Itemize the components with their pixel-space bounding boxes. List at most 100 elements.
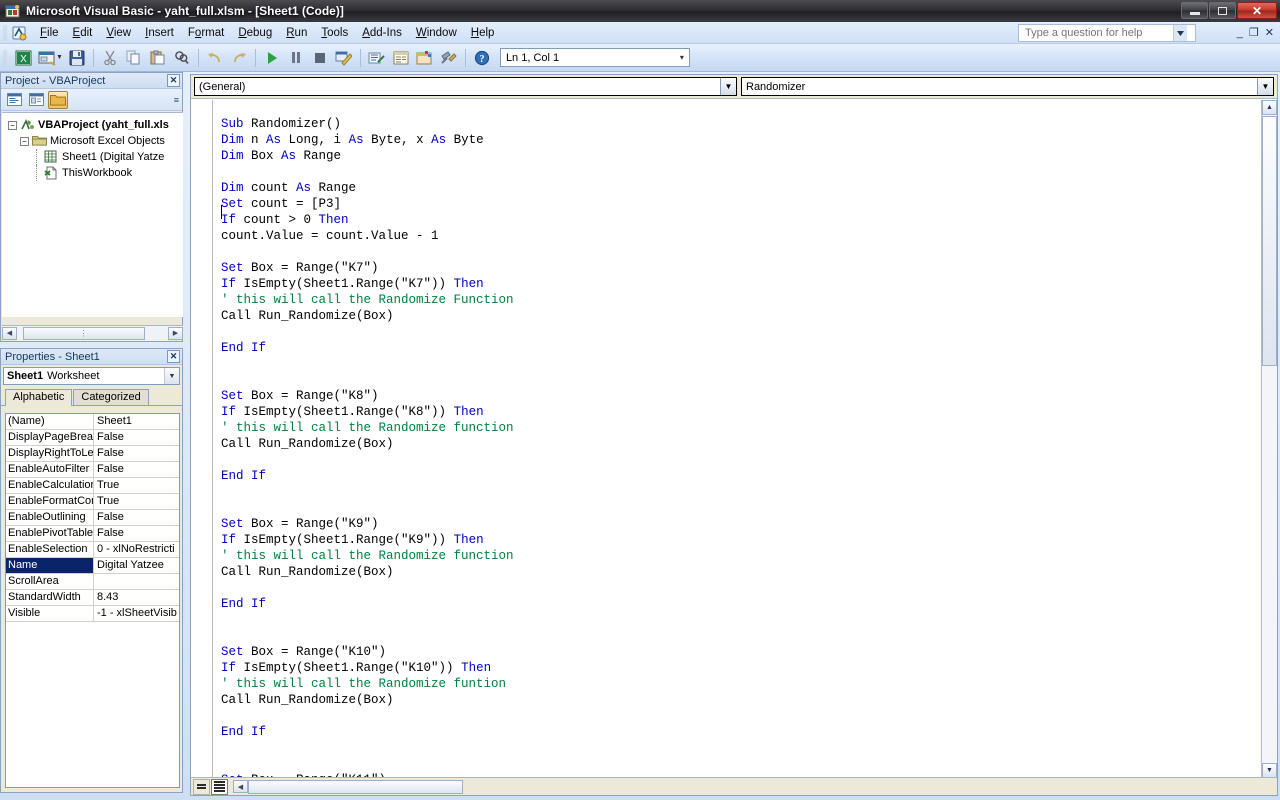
- properties-object-selector[interactable]: Sheet1 Worksheet ▼: [3, 367, 180, 385]
- toggle-folders-icon[interactable]: [48, 90, 68, 109]
- table-row[interactable]: StandardWidth 8.43: [6, 590, 179, 606]
- procedure-combo[interactable]: Randomizer ▼: [741, 77, 1274, 96]
- project-panel-close-icon[interactable]: ✕: [167, 74, 180, 87]
- code-position-indicator[interactable]: Ln 1, Col 1 ▾: [499, 48, 690, 67]
- cut-icon[interactable]: [99, 47, 121, 69]
- view-excel-icon[interactable]: X: [12, 47, 34, 69]
- scrollbar-track[interactable]: ⋮: [17, 325, 168, 341]
- properties-window-icon[interactable]: [390, 47, 412, 69]
- property-value[interactable]: -1 - xlSheetVisib: [94, 606, 179, 621]
- tree-node-sheet1[interactable]: Sheet1 (Digital Yatze: [2, 149, 183, 165]
- menu-window[interactable]: Window: [409, 25, 464, 41]
- code-vertical-scrollbar[interactable]: ▲ ▼: [1261, 100, 1277, 778]
- help-search-dropdown-icon[interactable]: [1173, 25, 1187, 41]
- close-button[interactable]: ✕: [1237, 2, 1277, 19]
- table-row[interactable]: ScrollArea: [6, 574, 179, 590]
- property-value[interactable]: False: [94, 446, 179, 461]
- run-icon[interactable]: [261, 47, 283, 69]
- menu-tools[interactable]: Tools: [314, 25, 355, 41]
- scroll-up-icon[interactable]: ▲: [1262, 100, 1277, 115]
- property-value[interactable]: Digital Yatzee: [94, 558, 179, 573]
- chevron-down-icon[interactable]: ▼: [720, 78, 736, 95]
- property-value[interactable]: 8.43: [94, 590, 179, 605]
- properties-panel-close-icon[interactable]: ✕: [167, 350, 180, 363]
- scrollbar-thumb[interactable]: [1262, 116, 1277, 366]
- full-module-view-button[interactable]: [211, 778, 228, 795]
- chevron-down-icon[interactable]: ▼: [164, 368, 179, 384]
- tab-categorized[interactable]: Categorized: [73, 389, 149, 405]
- table-row[interactable]: EnableAutoFilter False: [6, 462, 179, 478]
- menu-format[interactable]: Format: [181, 25, 231, 41]
- restore-button[interactable]: [1209, 2, 1236, 19]
- menu-view[interactable]: View: [99, 25, 138, 41]
- table-row[interactable]: EnableSelection 0 - xlNoRestricti: [6, 542, 179, 558]
- table-row[interactable]: EnableFormatCon True: [6, 494, 179, 510]
- table-row[interactable]: DisplayPageBreak False: [6, 430, 179, 446]
- position-overflow-icon[interactable]: ▾: [675, 53, 689, 62]
- find-icon[interactable]: [171, 47, 193, 69]
- object-browser-icon[interactable]: [414, 47, 436, 69]
- project-tree[interactable]: − VBAProject (yaht_full.xls − Microsoft …: [2, 112, 183, 317]
- minimize-button[interactable]: [1181, 2, 1208, 19]
- scrollbar-thumb[interactable]: ⋮: [23, 326, 145, 340]
- toolbar-grip-handle[interactable]: [3, 49, 7, 66]
- expand-collapse-icon[interactable]: −: [8, 120, 17, 130]
- project-explorer-icon[interactable]: [366, 47, 388, 69]
- table-row[interactable]: Visible -1 - xlSheetVisib: [6, 606, 179, 622]
- scrollbar-thumb[interactable]: [248, 779, 463, 794]
- property-value[interactable]: True: [94, 494, 179, 509]
- property-value[interactable]: True: [94, 478, 179, 493]
- property-value[interactable]: Sheet1: [94, 414, 179, 429]
- property-value[interactable]: False: [94, 462, 179, 477]
- object-combo[interactable]: (General) ▼: [194, 77, 737, 96]
- menu-edit[interactable]: Edit: [66, 25, 100, 41]
- reset-icon[interactable]: [309, 47, 331, 69]
- mdi-minimize-button[interactable]: _: [1237, 27, 1243, 39]
- insert-userform-icon[interactable]: [36, 47, 58, 69]
- vb-document-icon[interactable]: [11, 25, 27, 41]
- code-horizontal-scrollbar[interactable]: ◀: [233, 779, 1277, 795]
- table-row[interactable]: EnableCalculation True: [6, 478, 179, 494]
- expand-collapse-icon[interactable]: −: [20, 136, 29, 146]
- menu-add-ins[interactable]: Add-Ins: [355, 25, 409, 41]
- tree-node-excel-objects[interactable]: − Microsoft Excel Objects: [2, 133, 183, 149]
- scroll-left-icon[interactable]: ◀: [233, 780, 248, 793]
- toolbox-icon[interactable]: [438, 47, 460, 69]
- chevron-down-icon[interactable]: ▼: [1257, 78, 1273, 95]
- table-row[interactable]: Name Digital Yatzee: [6, 558, 179, 574]
- help-search-input[interactable]: [1023, 25, 1173, 41]
- paste-icon[interactable]: [147, 47, 169, 69]
- code-text[interactable]: Sub Randomizer() Dim n As Long, i As Byt…: [221, 116, 514, 779]
- undo-icon[interactable]: [204, 47, 226, 69]
- code-indicator-margin[interactable]: [191, 100, 213, 778]
- property-value[interactable]: False: [94, 430, 179, 445]
- tree-node-vbaproject[interactable]: − VBAProject (yaht_full.xls: [2, 117, 183, 133]
- menu-grip-handle[interactable]: [3, 24, 7, 41]
- mdi-close-button[interactable]: ✕: [1265, 26, 1274, 39]
- scroll-down-icon[interactable]: ▼: [1262, 763, 1277, 778]
- menu-file[interactable]: FFileile: [33, 25, 66, 41]
- properties-panel-title-bar[interactable]: Properties - Sheet1 ✕: [1, 349, 182, 365]
- mdi-restore-button[interactable]: ❐: [1249, 26, 1259, 39]
- break-icon[interactable]: [285, 47, 307, 69]
- property-value[interactable]: False: [94, 510, 179, 525]
- properties-grid[interactable]: (Name) Sheet1 DisplayPageBreak False Displ…: [5, 413, 180, 788]
- property-value[interactable]: [94, 574, 179, 589]
- table-row[interactable]: EnableOutlining False: [6, 510, 179, 526]
- tab-alphabetic[interactable]: Alphabetic: [5, 389, 73, 406]
- menu-debug[interactable]: Debug: [231, 25, 279, 41]
- copy-icon[interactable]: [123, 47, 145, 69]
- menu-insert[interactable]: Insert: [138, 25, 181, 41]
- view-code-icon[interactable]: [4, 91, 24, 109]
- scroll-right-icon[interactable]: ▶: [168, 326, 183, 340]
- help-icon[interactable]: ?: [471, 47, 493, 69]
- tree-node-thisworkbook[interactable]: ThisWorkbook: [2, 165, 183, 181]
- table-row[interactable]: EnablePivotTable False: [6, 526, 179, 542]
- project-panel-title-bar[interactable]: Project - VBAProject ✕: [1, 73, 182, 89]
- code-editor-area[interactable]: Sub Randomizer() Dim n As Long, i As Byt…: [191, 100, 1277, 778]
- property-value[interactable]: False: [94, 526, 179, 541]
- scroll-left-icon[interactable]: ◀: [2, 326, 17, 340]
- menu-run[interactable]: Run: [279, 25, 314, 41]
- help-search-box[interactable]: [1018, 24, 1196, 42]
- property-value[interactable]: 0 - xlNoRestricti: [94, 542, 179, 557]
